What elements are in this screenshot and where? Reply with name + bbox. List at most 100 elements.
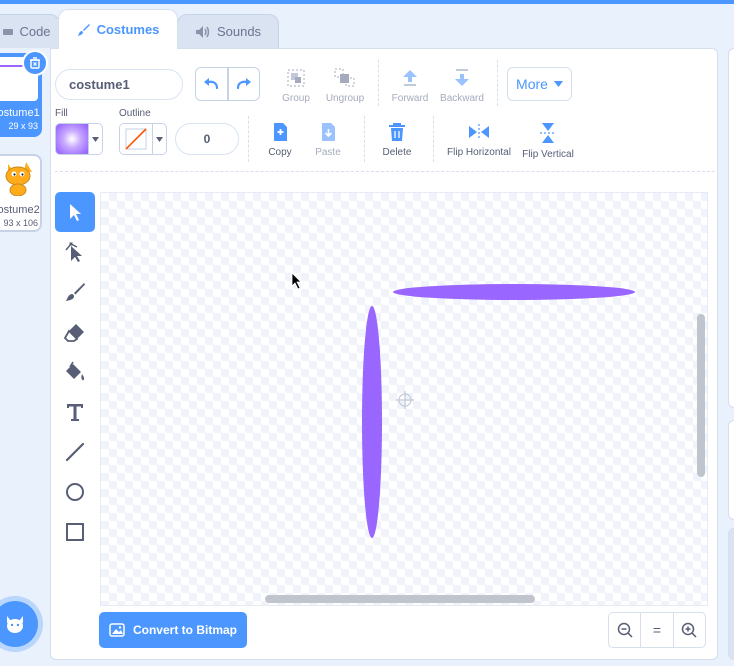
fill-swatch bbox=[56, 124, 88, 154]
undo-icon bbox=[204, 78, 219, 90]
tab-code-label: Code bbox=[19, 24, 51, 39]
eraser-icon bbox=[64, 324, 84, 342]
copy-icon bbox=[274, 123, 287, 141]
flip-horizontal-icon bbox=[469, 124, 489, 140]
forward-icon bbox=[403, 70, 417, 86]
reshape-icon bbox=[65, 242, 82, 262]
outline-width-input[interactable]: 0 bbox=[175, 123, 239, 155]
outline-label: Outline bbox=[119, 108, 151, 119]
more-label: More bbox=[516, 76, 548, 92]
no-color-icon bbox=[125, 128, 147, 150]
separator bbox=[433, 116, 434, 162]
text-icon bbox=[67, 404, 83, 421]
choose-costume-button[interactable] bbox=[0, 601, 38, 647]
paste-button[interactable]: Paste bbox=[311, 122, 345, 158]
undo-redo-group bbox=[195, 67, 260, 101]
tab-costumes-label: Costumes bbox=[96, 22, 160, 37]
brush-tool-icon bbox=[66, 283, 85, 301]
undo-button[interactable] bbox=[195, 67, 228, 101]
backward-icon bbox=[455, 69, 469, 86]
tab-code[interactable]: Code bbox=[0, 14, 60, 48]
copy-label: Copy bbox=[268, 147, 292, 158]
convert-to-bitmap-button[interactable]: Convert to Bitmap bbox=[99, 612, 247, 648]
group-button[interactable]: Group bbox=[280, 68, 312, 104]
forward-label: Forward bbox=[391, 93, 429, 104]
zoom-out-button[interactable] bbox=[609, 613, 640, 647]
separator bbox=[248, 116, 249, 162]
backdrop-panel-edge bbox=[728, 528, 734, 660]
separator bbox=[364, 116, 365, 162]
chevron-down-icon bbox=[88, 124, 102, 154]
delete-label: Delete bbox=[382, 147, 412, 158]
group-icon bbox=[287, 69, 305, 87]
zoom-in-icon bbox=[682, 622, 697, 638]
rectangle-tool[interactable] bbox=[55, 512, 95, 552]
horizontal-scrollbar[interactable] bbox=[265, 595, 535, 603]
outline-color-picker[interactable] bbox=[119, 123, 167, 155]
mouse-cursor-icon bbox=[291, 272, 302, 290]
paint-canvas[interactable] bbox=[100, 192, 708, 606]
chevron-down-icon bbox=[553, 81, 563, 87]
zoom-reset-button[interactable]: = bbox=[640, 613, 672, 647]
forward-button[interactable]: Forward bbox=[390, 68, 430, 104]
select-tool[interactable] bbox=[55, 192, 95, 232]
tab-sounds[interactable]: Sounds bbox=[177, 14, 279, 48]
ungroup-icon bbox=[334, 68, 355, 87]
fill-tool[interactable] bbox=[55, 352, 95, 392]
more-button[interactable]: More bbox=[507, 67, 572, 101]
eraser-tool[interactable] bbox=[55, 312, 95, 352]
text-tool[interactable] bbox=[55, 392, 95, 432]
flip-vertical-label: Flip Vertical bbox=[522, 149, 574, 160]
image-icon bbox=[109, 623, 125, 637]
costume-item-2[interactable]: costume2 93 x 106 bbox=[0, 154, 42, 232]
select-icon bbox=[70, 204, 81, 221]
speaker-icon bbox=[195, 25, 210, 38]
costume-size: 93 x 106 bbox=[3, 218, 38, 228]
ungroup-button[interactable]: Ungroup bbox=[325, 68, 365, 104]
zoom-reset-label: = bbox=[652, 622, 662, 638]
convert-label: Convert to Bitmap bbox=[132, 623, 237, 637]
flip-horizontal-button[interactable]: Flip Horizontal bbox=[446, 122, 512, 158]
copy-button[interactable]: Copy bbox=[264, 122, 296, 158]
backward-button[interactable]: Backward bbox=[438, 68, 486, 104]
flip-horizontal-label: Flip Horizontal bbox=[447, 147, 511, 158]
rectangle-icon bbox=[66, 523, 84, 541]
paste-icon bbox=[322, 123, 335, 141]
cat-icon bbox=[7, 616, 23, 633]
flip-vertical-icon bbox=[540, 123, 556, 143]
costume-name-input[interactable]: costume1 bbox=[55, 69, 183, 100]
chevron-down-icon bbox=[152, 124, 166, 154]
canvas-drawing bbox=[291, 272, 635, 538]
line-tool[interactable] bbox=[55, 432, 95, 472]
redo-icon bbox=[236, 78, 251, 90]
vertical-ellipse-shape[interactable] bbox=[362, 306, 382, 538]
horizontal-ellipse-shape[interactable] bbox=[393, 284, 635, 300]
stage-panel-edge bbox=[728, 48, 734, 408]
separator bbox=[497, 60, 498, 106]
paste-label: Paste bbox=[315, 147, 341, 158]
separator bbox=[378, 60, 379, 106]
circle-tool[interactable] bbox=[55, 472, 95, 512]
fill-color-picker[interactable] bbox=[55, 123, 103, 155]
reshape-tool[interactable] bbox=[55, 232, 95, 272]
tab-sounds-label: Sounds bbox=[216, 24, 262, 39]
delete-costume-button[interactable] bbox=[22, 50, 48, 76]
vertical-scrollbar[interactable] bbox=[697, 314, 705, 477]
tab-costumes[interactable]: Costumes bbox=[58, 9, 178, 49]
flip-vertical-button[interactable]: Flip Vertical bbox=[520, 122, 576, 160]
sprite-panel-edge bbox=[728, 420, 734, 520]
code-icon bbox=[3, 28, 14, 35]
delete-button[interactable]: Delete bbox=[379, 122, 415, 158]
brush-tool[interactable] bbox=[55, 272, 95, 312]
redo-button[interactable] bbox=[227, 67, 260, 101]
toolbar-divider bbox=[55, 171, 715, 172]
brush-icon bbox=[77, 23, 90, 36]
cat-icon bbox=[5, 162, 32, 196]
costume-name: costume1 bbox=[0, 107, 40, 119]
zoom-controls: = bbox=[608, 612, 706, 648]
line-icon bbox=[65, 442, 85, 462]
fill-label: Fill bbox=[55, 108, 68, 119]
ungroup-label: Ungroup bbox=[325, 93, 365, 104]
zoom-in-button[interactable] bbox=[672, 613, 705, 647]
trash-icon bbox=[389, 123, 405, 141]
